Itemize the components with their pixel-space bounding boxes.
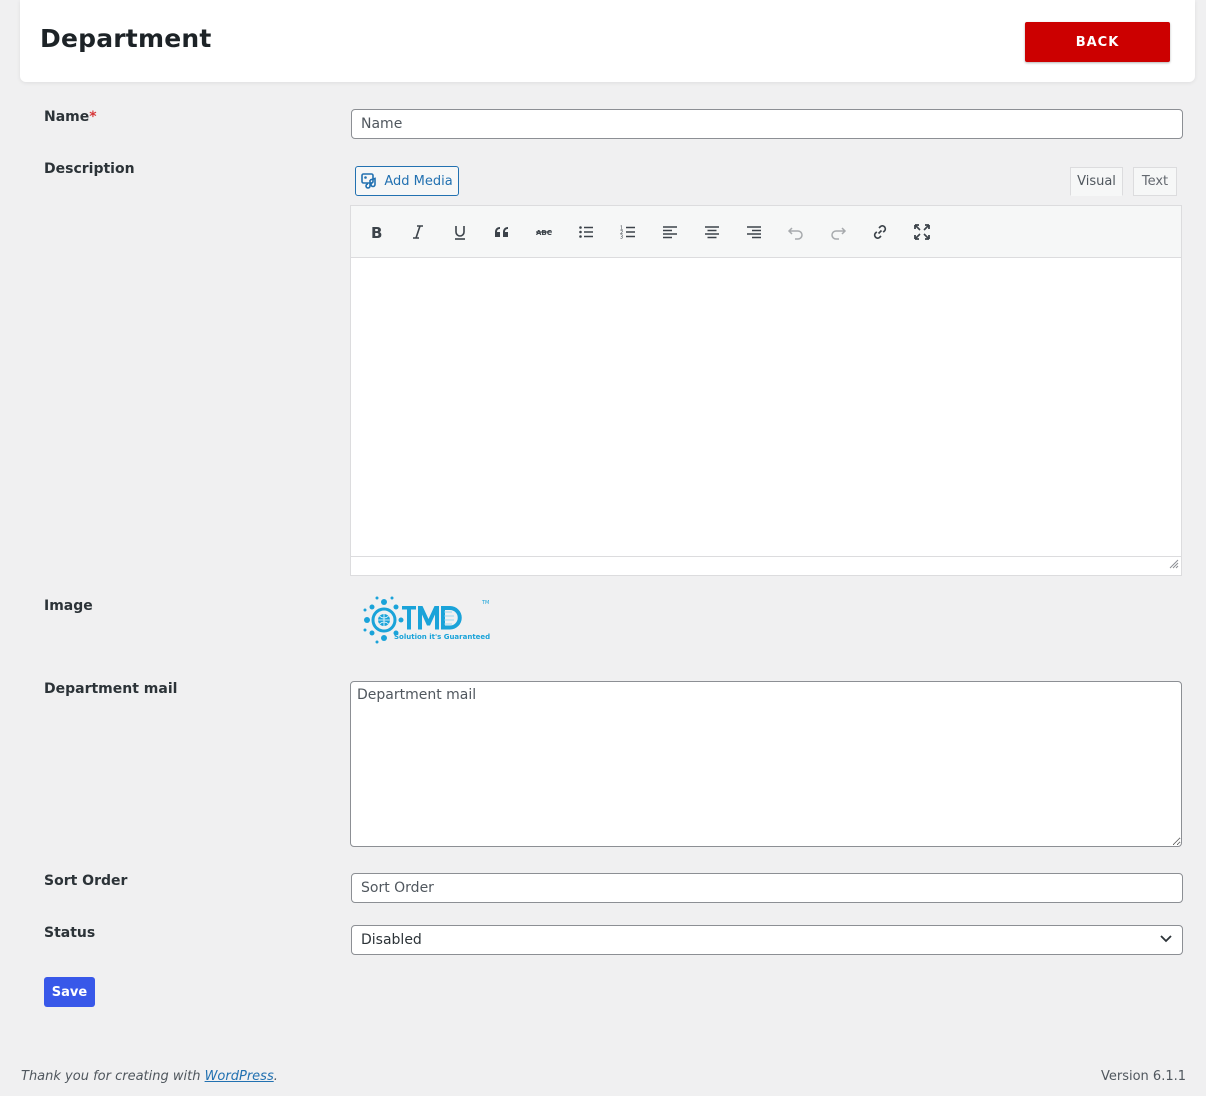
required-mark: * [89,109,97,125]
name-label-text: Name [44,109,90,125]
svg-text:Solution it's Guaranteed: Solution it's Guaranteed [394,633,490,641]
footer-thanks-suffix: . [273,1069,278,1084]
add-media-button[interactable]: Add Media [355,166,459,196]
status-selected-value: Disabled [361,932,422,948]
department-image[interactable]: TM Solution it's Guaranteed [362,596,496,650]
name-input[interactable] [351,109,1183,139]
department-mail-textarea[interactable] [350,681,1182,847]
fullscreen-icon[interactable] [909,219,935,245]
link-icon[interactable] [867,219,893,245]
bold-icon[interactable]: B [363,219,389,245]
status-label: Status [44,925,96,941]
sort-order-input[interactable] [351,873,1183,903]
blockquote-icon[interactable] [489,219,515,245]
image-label: Image [44,598,93,614]
footer-thanks: Thank you for creating with WordPress. [21,1069,278,1084]
editor-toolbar: B ABC 123 [351,206,1181,258]
tab-visual[interactable]: Visual [1070,167,1123,196]
resize-grip-icon[interactable] [1169,557,1179,573]
chevron-down-icon [1159,931,1173,949]
department-mail-label: Department mail [44,681,178,697]
wordpress-link[interactable]: WordPress [205,1069,274,1084]
numbered-list-icon[interactable]: 123 [615,219,641,245]
svg-text:ABC: ABC [536,229,552,237]
tab-text[interactable]: Text [1133,167,1177,196]
bullet-list-icon[interactable] [573,219,599,245]
sort-order-label: Sort Order [44,873,128,889]
add-media-icon [361,172,379,190]
svg-text:TM: TM [481,600,489,606]
svg-text:B: B [371,224,382,240]
description-editor: B ABC 123 [350,205,1182,576]
name-label: Name* [44,109,97,125]
editor-content-area[interactable] [351,258,1181,556]
editor-statusbar [351,556,1181,575]
italic-icon[interactable] [405,219,431,245]
svg-text:3: 3 [620,235,623,241]
redo-icon[interactable] [825,219,851,245]
undo-icon[interactable] [783,219,809,245]
status-select[interactable]: Disabled [351,925,1183,955]
page-title: Department [40,24,212,53]
footer-version: Version 6.1.1 [1100,1069,1186,1084]
save-button[interactable]: Save [44,977,95,1007]
add-media-label: Add Media [384,173,453,189]
footer-thanks-prefix: Thank you for creating with [21,1069,205,1084]
back-button[interactable]: BACK [1025,22,1170,62]
description-label: Description [44,161,135,177]
strikethrough-icon[interactable]: ABC [531,219,557,245]
page-header: Department BACK [20,0,1195,82]
align-center-icon[interactable] [699,219,725,245]
underline-icon[interactable] [447,219,473,245]
align-right-icon[interactable] [741,219,767,245]
align-left-icon[interactable] [657,219,683,245]
